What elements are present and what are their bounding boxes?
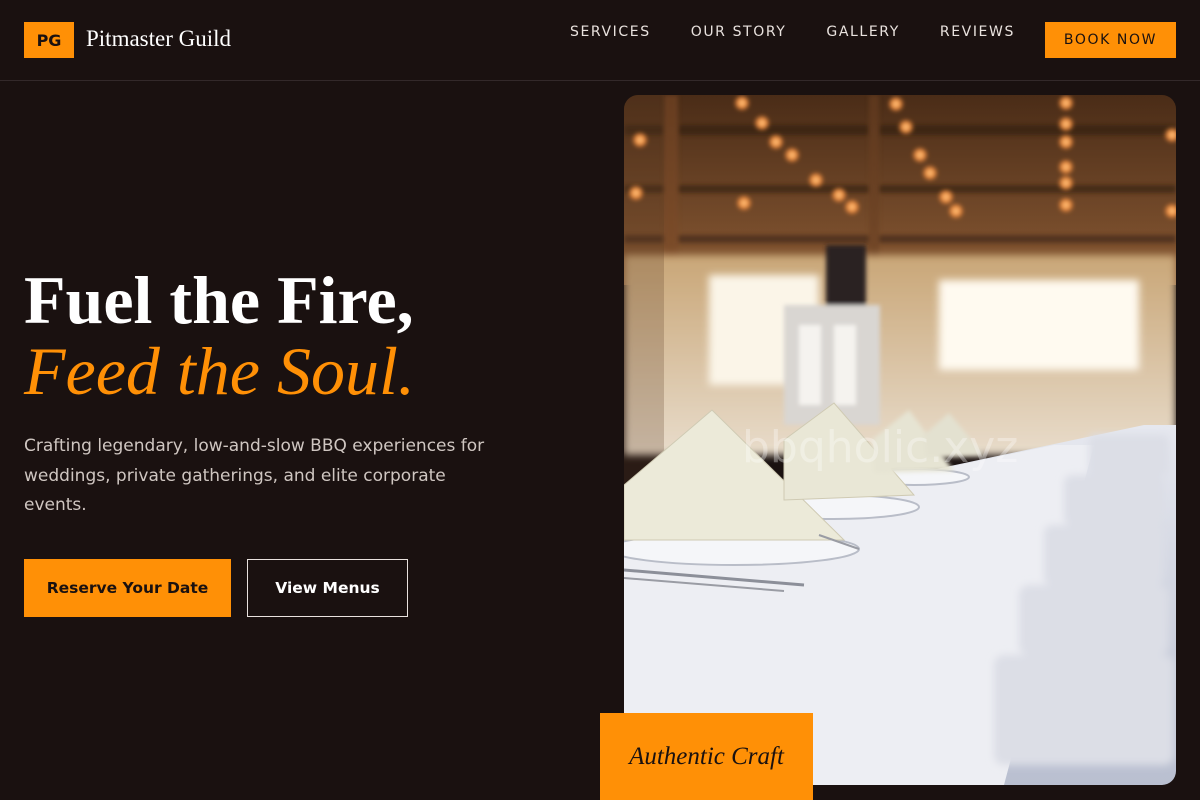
nav-link-gallery[interactable]: GALLERY [826,23,899,41]
book-now-button[interactable]: BOOK NOW [1045,22,1176,58]
watermark-text: bbqholic.xyz [742,422,1019,473]
reserve-date-button[interactable]: Reserve Your Date [24,559,231,617]
site-header: PG Pitmaster Guild SERVICES OUR STORY GA… [0,0,1200,81]
view-menus-button[interactable]: View Menus [247,559,408,617]
hero-title-line2: Feed the Soul. [24,333,415,409]
hero-description: Crafting legendary, low-and-slow BBQ exp… [24,436,485,515]
main-nav: SERVICES OUR STORY GALLERY REVIEWS [570,23,1055,41]
authentic-craft-badge: Authentic Craft [600,713,813,800]
nav-link-our-story[interactable]: OUR STORY [691,23,787,41]
nav-link-services[interactable]: SERVICES [570,23,651,41]
nav-link-reviews[interactable]: REVIEWS [940,23,1015,41]
hero-title-line1: Fuel the Fire, [24,262,414,338]
brand-name[interactable]: Pitmaster Guild [86,26,231,52]
logo-badge[interactable]: PG [24,22,74,58]
